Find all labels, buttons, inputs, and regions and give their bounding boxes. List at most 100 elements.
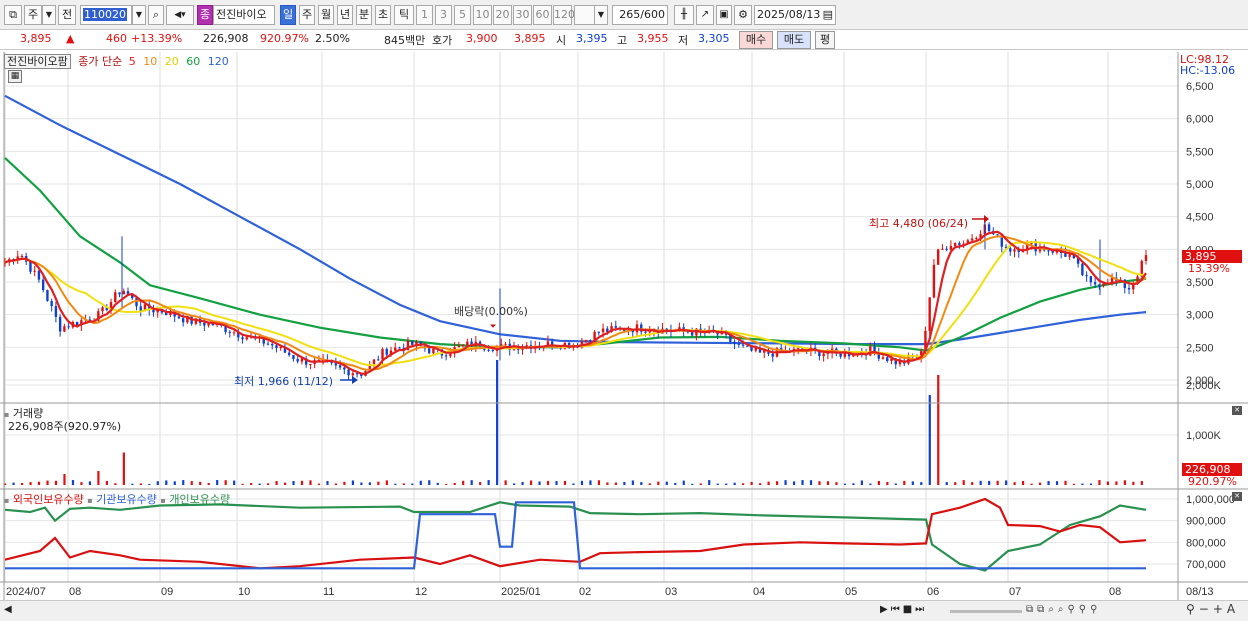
save-icon[interactable]: ▣ xyxy=(716,5,732,25)
volume-bar xyxy=(589,480,592,485)
candle-body xyxy=(1089,276,1093,283)
volume-value: 226,908 xyxy=(203,32,249,45)
volume-ratio: 920.97% xyxy=(260,32,309,45)
stock-legend-label[interactable]: 전진바이오팜 xyxy=(4,54,71,69)
volume-bar xyxy=(708,480,711,485)
volume-panel-close-icon[interactable]: ✕ xyxy=(1232,406,1242,415)
volume-bar xyxy=(716,483,719,485)
gear-icon[interactable]: ⚙ xyxy=(734,5,752,25)
stock-code-input[interactable]: 110020 xyxy=(80,5,132,25)
candle-body xyxy=(504,343,507,345)
table-toggle-icon[interactable]: ▦ xyxy=(8,70,22,83)
candle-body xyxy=(381,348,384,360)
zoom-buttons[interactable]: ⚲−+A xyxy=(1186,602,1239,616)
period-week-tab[interactable]: 주 xyxy=(299,5,315,25)
volume-bar xyxy=(1106,481,1110,485)
stock-name-field[interactable]: 전진바이오 xyxy=(213,5,275,25)
candle-body xyxy=(996,234,999,236)
period-year-tab[interactable]: 년 xyxy=(337,5,353,25)
custom-interval-chevron-icon[interactable]: ▼ xyxy=(594,5,608,25)
interval-3-button[interactable]: 3 xyxy=(435,5,452,25)
scroll-bar[interactable]: ◀ ▶⏮■⏭ ⧉⧉⌕⌕⚲⚲⚲ ⚲−+A xyxy=(0,600,1248,621)
data-count-value: 265 xyxy=(619,8,641,21)
volume-bar xyxy=(1005,480,1008,485)
date-picker[interactable]: 2025/08/13 ▤ xyxy=(754,5,836,25)
volume-bar xyxy=(1038,482,1042,485)
volume-bar xyxy=(114,483,117,485)
candle-body xyxy=(20,256,24,258)
candle-body xyxy=(936,249,940,265)
volume-bar xyxy=(360,482,363,485)
period-tick-tab[interactable]: 틱 xyxy=(394,5,414,25)
volume-bar xyxy=(1013,482,1016,485)
buy-button[interactable]: 매수 xyxy=(739,31,773,49)
volume-bar xyxy=(937,375,940,485)
volume-bar xyxy=(623,481,626,485)
volume-bar xyxy=(521,481,524,485)
holding-panel-close-icon[interactable]: ✕ xyxy=(1232,492,1242,501)
search-icon[interactable]: ⌕ xyxy=(148,5,164,25)
volume-bar xyxy=(979,480,982,485)
candle-body xyxy=(1144,255,1148,261)
scroll-left-icon[interactable]: ◀ xyxy=(4,604,12,615)
candle-icon[interactable]: ╫ xyxy=(674,5,694,25)
volume-bar xyxy=(428,480,431,485)
volume-bar xyxy=(996,480,999,485)
candle-body xyxy=(932,264,936,298)
data-count-field[interactable]: 265/600 xyxy=(612,5,668,25)
volume-bar xyxy=(546,480,550,485)
volume-bar xyxy=(207,482,210,485)
calendar-icon[interactable]: ▤ xyxy=(823,6,833,24)
period-month-tab[interactable]: 월 xyxy=(318,5,334,25)
interval-120-button[interactable]: 120 xyxy=(553,5,575,25)
candle-body xyxy=(987,224,991,231)
interval-5-button[interactable]: 5 xyxy=(454,5,471,25)
zoom-slider[interactable] xyxy=(950,610,1022,613)
volume-bar xyxy=(903,480,906,485)
view-tools-icon[interactable]: ⧉⧉⌕⌕⚲⚲⚲ xyxy=(1026,604,1101,615)
window-menu-icon[interactable]: ⧉ xyxy=(4,5,22,25)
volume-bar xyxy=(402,483,405,485)
sell-button[interactable]: 매도 xyxy=(777,31,811,49)
x-axis-label: 11 xyxy=(323,586,334,598)
volume-bar xyxy=(1123,480,1126,485)
period-day-tab[interactable]: 일 xyxy=(280,5,296,25)
market-type-select[interactable]: 주 xyxy=(24,5,42,25)
interval-1-button[interactable]: 1 xyxy=(416,5,433,25)
volume-bar xyxy=(496,360,499,485)
volume-bar xyxy=(190,481,193,485)
chart-area[interactable]: 6,5006,0005,5005,0004,5004,0003,5003,000… xyxy=(0,52,1248,621)
candle-body xyxy=(101,307,104,312)
interval-10-button[interactable]: 10 xyxy=(473,5,492,25)
interval-60-button[interactable]: 60 xyxy=(533,5,552,25)
period-second-tab[interactable]: 초 xyxy=(375,5,391,25)
candle-body xyxy=(181,318,185,323)
interval-20-button[interactable]: 20 xyxy=(493,5,512,25)
volume-bar xyxy=(54,480,58,485)
x-axis-label: 07 xyxy=(1009,586,1021,598)
candle-body xyxy=(351,373,355,376)
x-axis-right-label: 08/13 xyxy=(1186,586,1214,598)
audio-icon[interactable]: ◀▾ xyxy=(166,5,194,25)
volume-bar xyxy=(275,480,278,485)
code-dropdown-chevron-icon[interactable]: ▼ xyxy=(132,5,146,25)
volume-bar xyxy=(775,481,779,485)
candle-body xyxy=(970,238,974,241)
candle-body xyxy=(741,344,745,346)
market-type-chevron-icon[interactable]: ▼ xyxy=(42,5,56,25)
trend-tool-icon[interactable]: ↗ xyxy=(696,5,714,25)
candle-body xyxy=(63,326,66,332)
volume-bar xyxy=(631,480,634,485)
bid-label: 호가 xyxy=(432,34,453,47)
period-minute-tab[interactable]: 분 xyxy=(356,5,372,25)
price-panel-legend: 전진바이오팜 종가 단순 5 10 20 60 120 xyxy=(4,53,229,69)
hc-label: HC:-13.06 xyxy=(1180,64,1236,77)
volume-bar xyxy=(606,482,609,485)
interval-30-button[interactable]: 30 xyxy=(513,5,532,25)
volume-bar xyxy=(148,483,151,485)
volume-bar xyxy=(1047,481,1050,485)
flat-button[interactable]: 평 xyxy=(815,31,835,49)
playback-controls[interactable]: ▶⏮■⏭ xyxy=(880,604,927,615)
volume-bar xyxy=(1081,483,1084,485)
prev-button[interactable]: 전 xyxy=(58,5,76,25)
